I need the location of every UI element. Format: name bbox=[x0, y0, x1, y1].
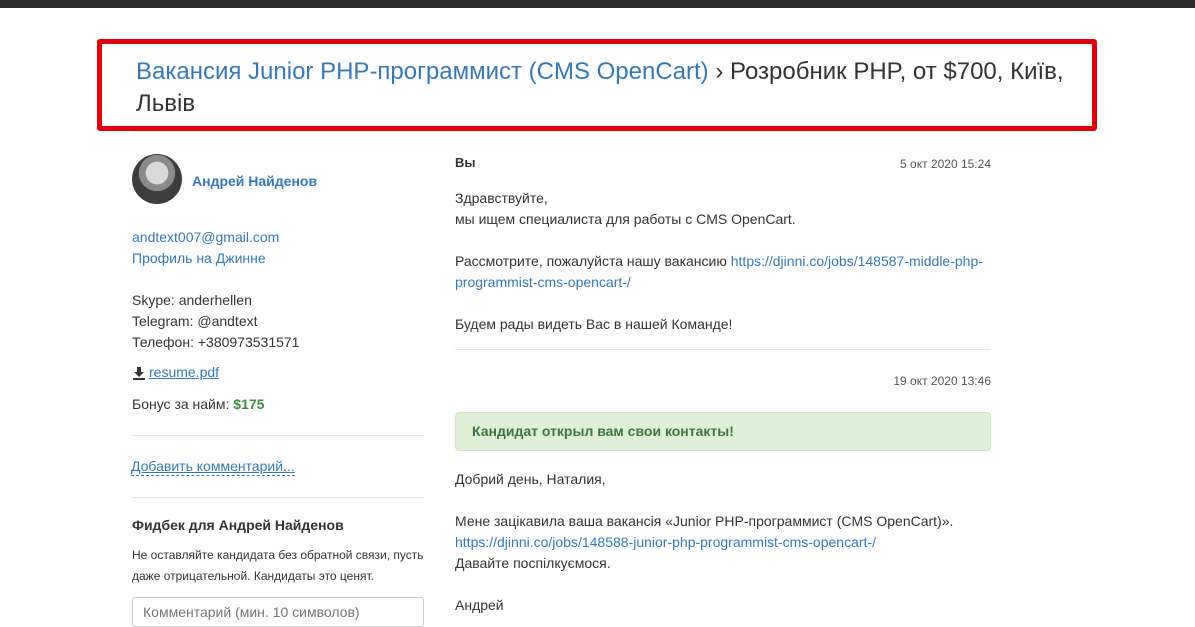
bonus-label: Бонус за найм: bbox=[132, 396, 234, 412]
vacancy-link[interactable]: Вакансия Junior PHP-программист (CMS Ope… bbox=[136, 58, 709, 85]
avatar[interactable] bbox=[132, 154, 182, 204]
message-line: мы ищем специалиста для работы с CMS Ope… bbox=[455, 211, 796, 227]
message-date: 19 окт 2020 13:46 bbox=[893, 374, 991, 388]
feedback-title: Фидбек для Андрей Найденов bbox=[132, 517, 344, 533]
highlight-frame: Вакансия Junior PHP-программист (CMS Ope… bbox=[97, 39, 1097, 131]
message-line: Будем рады видеть Вас в нашей Команде! bbox=[455, 316, 733, 332]
job-link[interactable]: https://djinni.co/jobs/148588-junior-php… bbox=[455, 534, 876, 550]
candidate-name-link[interactable]: Андрей Найденов bbox=[192, 173, 317, 189]
bonus-amount: $175 bbox=[233, 396, 265, 412]
add-comment-link[interactable]: Добавить комментарий... bbox=[131, 458, 295, 476]
message-line: Здравствуйте, bbox=[455, 190, 548, 206]
email-link[interactable]: andtext007@gmail.com bbox=[132, 227, 279, 248]
message-body: Здравствуйте, мы ищем специалиста для ра… bbox=[455, 188, 995, 335]
message-line: Добрий день, Наталия, bbox=[455, 471, 606, 487]
message-date: 5 окт 2020 15:24 bbox=[900, 157, 991, 171]
download-icon bbox=[133, 367, 145, 380]
top-bar bbox=[0, 0, 1195, 8]
page-title: Вакансия Junior PHP-программист (CMS Ope… bbox=[136, 56, 1086, 120]
header-divider bbox=[132, 131, 1072, 132]
skype-text: Skype: anderhellen bbox=[132, 292, 252, 308]
breadcrumb-separator: › bbox=[715, 58, 724, 85]
comment-input[interactable] bbox=[132, 597, 424, 627]
message-line: Мене зацікавила ваша вакансія «Junior PH… bbox=[455, 513, 954, 529]
message-line: Давайте поспілкуємося. bbox=[455, 555, 611, 571]
resume-link[interactable]: resume.pdf bbox=[149, 364, 219, 380]
message-text: Рассмотрите, пожалуйста нашу вакансию bbox=[455, 253, 731, 269]
message-author: Вы bbox=[455, 155, 476, 170]
message-body: Добрий день, Наталия, Мене зацікавила ва… bbox=[455, 469, 995, 616]
profile-link[interactable]: Профиль на Джинне bbox=[132, 248, 266, 269]
phone-text: Телефон: +380973531571 bbox=[132, 334, 300, 350]
message-line: Рассмотрите, пожалуйста нашу вакансию ht… bbox=[455, 251, 995, 293]
telegram-text: Telegram: @andtext bbox=[132, 313, 258, 329]
sidebar-divider bbox=[132, 497, 424, 498]
feedback-note: Не оставляйте кандидата без обратной свя… bbox=[132, 548, 424, 583]
contacts-opened-alert: Кандидат открыл вам свои контакты! bbox=[455, 412, 991, 451]
bonus-info: Бонус за найм: $175 bbox=[132, 396, 264, 412]
message-line: https://djinni.co/jobs/148588-junior-php… bbox=[455, 532, 995, 553]
sidebar-divider bbox=[132, 435, 424, 436]
message-divider bbox=[455, 349, 991, 350]
message-signature: Андрей bbox=[455, 597, 504, 613]
